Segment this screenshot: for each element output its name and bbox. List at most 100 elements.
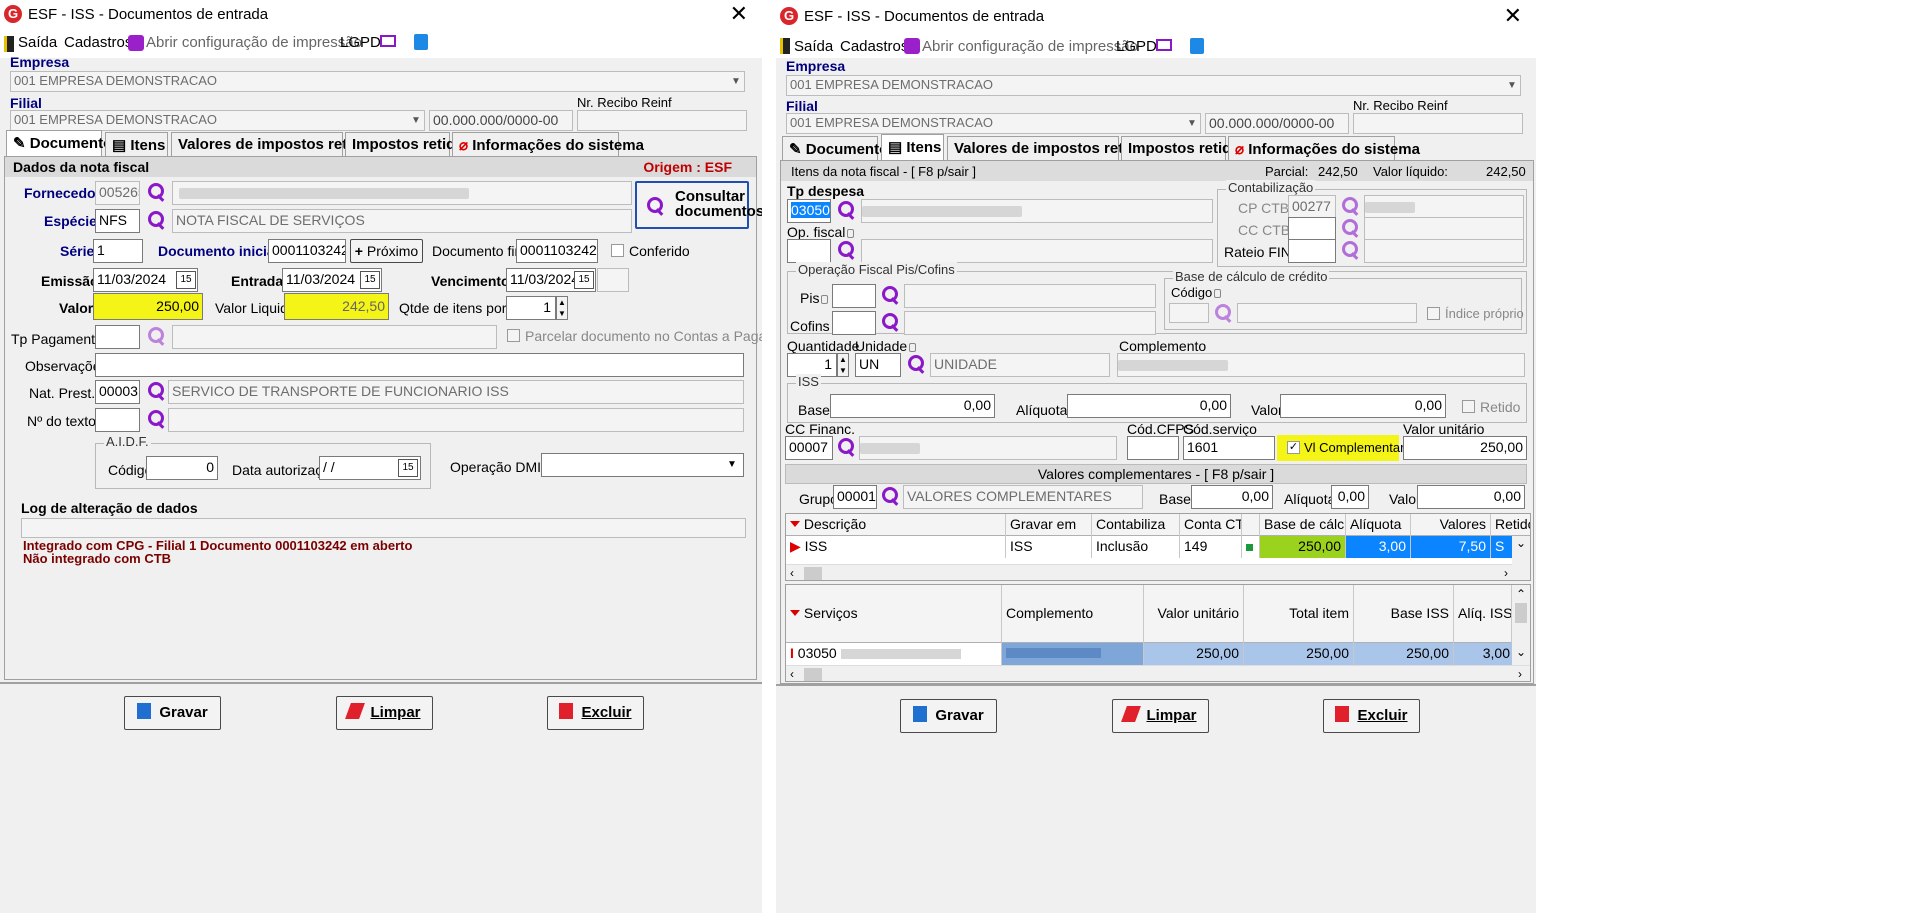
tab-informacoes[interactable]: ⌀ Informações do sistema (1228, 136, 1420, 160)
codigo-input[interactable]: 0 (146, 456, 218, 480)
chevron-down-icon[interactable]: ▼ (407, 110, 425, 132)
cc-ctb-code[interactable] (1288, 217, 1336, 241)
qtde-input[interactable]: 1 (506, 296, 556, 320)
vc-valor-input[interactable]: 0,00 (1417, 485, 1525, 509)
search-icon[interactable] (906, 353, 928, 375)
filial-select[interactable]: 001 EMPRESA DEMONSTRACAO (10, 110, 425, 131)
unidade-code[interactable]: UN (855, 353, 901, 377)
retido-checkbox[interactable] (1462, 400, 1475, 413)
doc-final-input[interactable]: 0001103242 (516, 239, 598, 263)
operacao-dmiss-select[interactable] (541, 453, 744, 477)
horizontal-scrollbar[interactable]: ‹ › (786, 564, 1512, 580)
grid-header-cell[interactable]: Conta CTB (1180, 514, 1242, 536)
search-icon[interactable] (1340, 195, 1362, 217)
chevron-down-icon[interactable]: ▼ (1183, 113, 1201, 135)
pis-input[interactable] (832, 284, 876, 308)
chevron-right-icon[interactable]: › (1504, 566, 1508, 580)
chevron-right-icon[interactable]: › (1518, 667, 1522, 681)
monitor-icon[interactable] (380, 35, 396, 47)
tab-impostos-retidos[interactable]: Impostos retidos (345, 132, 473, 156)
vc-aliquota-input[interactable]: 0,00 (1331, 485, 1369, 509)
search-icon[interactable] (836, 199, 858, 221)
monitor-icon[interactable] (1156, 39, 1172, 51)
tab-valores-retidos[interactable]: Valores de impostos retidos (171, 132, 378, 156)
chevron-down-icon[interactable]: ⌄ (1516, 536, 1526, 550)
search-icon[interactable] (146, 408, 168, 430)
chevron-up-icon[interactable]: ⌃ (1516, 587, 1526, 601)
nat-prest-code[interactable]: 00003 (95, 380, 140, 404)
grid-header-cell[interactable] (1242, 514, 1260, 536)
search-icon[interactable] (146, 209, 168, 231)
complemento-input[interactable] (1117, 353, 1525, 377)
table-row[interactable]: I 03050 250,00 250,00 250,00 3,00 (786, 643, 1512, 665)
excluir-button[interactable]: Excluir (1323, 699, 1420, 733)
chevron-down-icon[interactable]: ▼ (723, 454, 741, 476)
menu-lgpd[interactable]: LGPD (340, 34, 381, 51)
search-icon[interactable] (1340, 239, 1362, 261)
menu-saida[interactable]: Saída (794, 38, 833, 55)
parcelar-checkbox[interactable] (507, 329, 520, 342)
grid-header-cell[interactable]: Base ISS (1354, 585, 1454, 643)
menu-cadastros[interactable]: Cadastros (840, 38, 908, 55)
search-icon[interactable] (880, 311, 902, 333)
valor-unitario-input[interactable]: 250,00 (1403, 436, 1527, 460)
menu-saida[interactable]: Saída (18, 34, 57, 51)
search-icon[interactable] (146, 325, 168, 347)
menu-print-config[interactable]: Abrir configuração de impressão (922, 38, 1138, 55)
grid-header-cell[interactable]: Base de cálculo (1260, 514, 1346, 536)
vertical-scrollbar[interactable]: ⌄ (1512, 536, 1530, 580)
serie-input[interactable]: 1 (93, 239, 143, 263)
op-fiscal-input[interactable] (787, 239, 831, 263)
observacoes-input[interactable] (95, 353, 744, 377)
search-icon[interactable] (1213, 302, 1235, 324)
grid-header-cell[interactable]: Gravar em (1006, 514, 1092, 536)
limpar-button[interactable]: Limpar (336, 696, 433, 730)
search-icon[interactable] (880, 284, 902, 306)
menu-print-config[interactable]: Abrir configuração de impressão (146, 34, 362, 51)
tp-despesa-input[interactable]: 03050 (787, 199, 831, 223)
tab-valores-retidos[interactable]: Valores de impostos retidos (947, 136, 1154, 160)
chevron-down-icon[interactable]: ▼ (727, 71, 745, 93)
grid-header-cell[interactable]: Valores (1411, 514, 1491, 536)
chevron-left-icon[interactable]: ‹ (790, 566, 794, 580)
chevron-down-icon[interactable]: ⌄ (1512, 645, 1530, 659)
grid-header-cell[interactable]: Retido (1491, 514, 1530, 536)
recibo-field[interactable] (1353, 113, 1523, 134)
especie-code[interactable]: NFS (95, 209, 140, 233)
search-icon[interactable] (836, 239, 858, 261)
cp-ctb-code[interactable]: 00277 (1288, 195, 1336, 219)
indice-proprio-checkbox[interactable] (1427, 307, 1440, 320)
chevron-left-icon[interactable]: ‹ (790, 667, 794, 681)
search-icon[interactable] (1340, 217, 1362, 239)
cofins-input[interactable] (832, 311, 876, 335)
close-icon[interactable]: ✕ (730, 1, 748, 27)
app-icon[interactable] (414, 34, 428, 50)
menu-lgpd[interactable]: LGPD (1116, 38, 1157, 55)
conferido-checkbox[interactable] (611, 244, 624, 257)
menu-cadastros[interactable]: Cadastros (64, 34, 132, 51)
search-icon[interactable] (880, 485, 902, 507)
grid-header-cell[interactable]: Complemento (1002, 585, 1144, 643)
proximo-button[interactable]: + Próximo (350, 239, 423, 263)
tab-informacoes[interactable]: ⌀ Informações do sistema (452, 132, 644, 156)
rateio-fin-code[interactable] (1288, 239, 1336, 263)
cc-financ-input[interactable]: 00007 (785, 436, 833, 460)
vc-base-input[interactable]: 0,00 (1191, 485, 1273, 509)
doc-inicial-input[interactable]: 0001103242 (268, 239, 346, 263)
grupo-code[interactable]: 00001 (833, 485, 877, 509)
search-icon[interactable] (836, 436, 858, 458)
table-row[interactable]: ▶ ISS ISS Inclusão 149 250,00 3,00 7,50 … (786, 536, 1530, 558)
valor-input[interactable]: 0,00 (1280, 394, 1446, 418)
calendar-icon[interactable]: 15 (574, 271, 594, 289)
filial-select[interactable]: 001 EMPRESA DEMONSTRACAO (786, 113, 1201, 134)
empresa-select[interactable]: 001 EMPRESA DEMONSTRACAO (786, 75, 1521, 96)
close-icon[interactable]: ✕ (1504, 3, 1522, 29)
calendar-icon[interactable]: 15 (360, 271, 380, 289)
tab-itens[interactable]: ▤ Itens (105, 132, 168, 156)
consultar-documentos-button[interactable]: Consultar documentos (635, 181, 762, 229)
tab-documento[interactable]: ✎ Documento (782, 136, 888, 160)
calendar-icon[interactable]: 15 (176, 271, 196, 289)
recibo-field[interactable] (577, 110, 747, 131)
grid-header-cell[interactable]: Contabiliza (1092, 514, 1180, 536)
stepper-icon[interactable]: ▲ ▼ (837, 353, 849, 377)
